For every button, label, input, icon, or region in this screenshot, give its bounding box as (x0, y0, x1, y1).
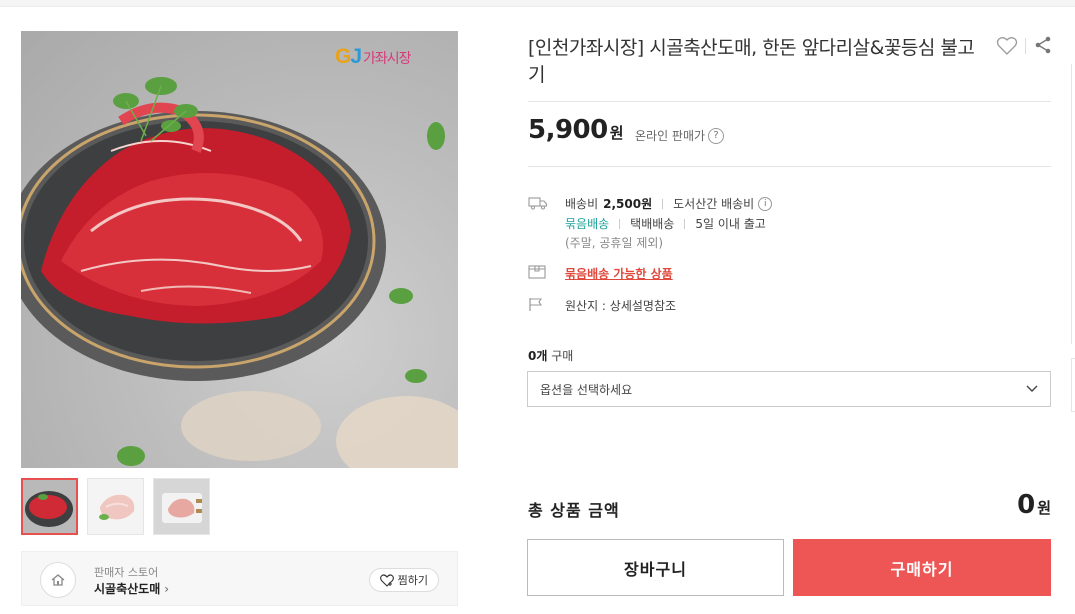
total-price-label: 총 상품 금액 (528, 501, 620, 520)
heart-icon (996, 37, 1018, 55)
buy-now-button[interactable]: 구매하기 (793, 539, 1051, 596)
thumbnail-2-image (88, 479, 143, 534)
zzim-button[interactable]: 찜하기 (368, 568, 439, 592)
add-to-cart-button[interactable]: 장바구니 (527, 539, 784, 596)
shipping-fee-value: 2,500원 (603, 197, 653, 211)
delivery-truck-icon (528, 197, 548, 210)
main-product-image[interactable]: GJ 가좌시장 (21, 31, 458, 468)
divider (528, 101, 1051, 102)
shipping-eta: 5일 이내 출고 (695, 217, 766, 231)
shipping-fee-row: 배송비 2,500원 도서산간 배송비 i (565, 195, 773, 212)
bulgogi-photo (21, 77, 458, 468)
gajwa-market-logo: GJ 가좌시장 (335, 45, 412, 68)
total-price: 0원 (1017, 490, 1051, 520)
origin-info: 원산지 : 상세설명참조 (565, 299, 677, 313)
price-label: 온라인 판매가 ? (635, 127, 725, 144)
thumbnail-1[interactable] (21, 478, 78, 535)
seller-name[interactable]: 시골축산도매 (94, 582, 160, 596)
quantity-label: 0개 구매 (528, 347, 573, 364)
quantity-count: 0개 (528, 349, 548, 363)
bundle-products-link[interactable]: 묶음배송 가능한 상품 (565, 265, 673, 282)
remote-fee-label: 도서산간 배송비 (673, 197, 755, 211)
info-icon[interactable]: i (758, 196, 773, 211)
thumbnail-list (21, 478, 210, 535)
shipping-note: (주말, 공휴일 제외) (565, 236, 664, 250)
heart-plus-icon (379, 573, 394, 587)
option-select-placeholder: 옵션을 선택하세요 (540, 382, 633, 397)
question-circle-icon[interactable]: ? (708, 127, 725, 144)
bundle-shipping-tag: 묶음배송 (565, 217, 610, 231)
separator (684, 218, 686, 229)
thumbnail-3-image (154, 479, 209, 534)
shipping-method: 택배배송 (630, 217, 675, 231)
zzim-label: 찜하기 (397, 574, 428, 587)
store-home-icon[interactable] (40, 562, 76, 598)
chevron-right-icon: › (164, 582, 170, 596)
icon-divider (1025, 38, 1026, 54)
share-button[interactable] (1034, 36, 1052, 58)
wishlist-button[interactable] (996, 36, 1018, 60)
separator (619, 218, 621, 229)
flag-icon (529, 298, 543, 311)
separator (662, 198, 664, 209)
top-bar (0, 0, 1075, 7)
price-value: 5,900 (528, 115, 608, 145)
side-panel-edge (1071, 358, 1075, 412)
thumbnail-2[interactable] (87, 478, 144, 535)
seller-store-link[interactable]: 시골축산도매 › (94, 580, 169, 597)
seller-store-label: 판매자 스토어 (94, 566, 159, 579)
product-price: 5,900 원 (528, 115, 624, 145)
box-icon (528, 265, 546, 279)
shipping-fee-label: 배송비 (565, 197, 599, 211)
thumbnail-1-image (23, 480, 76, 533)
seller-store-box: 판매자 스토어 시골축산도매 › 찜하기 (21, 551, 458, 606)
product-title: [인천가좌시장] 시골축산도매, 한돈 앞다리살&꽃등심 불고기 (528, 37, 975, 86)
share-icon (1035, 36, 1051, 54)
chevron-down-icon (1026, 385, 1038, 392)
total-price-value: 0 (1017, 490, 1036, 520)
total-price-unit: 원 (1037, 499, 1051, 517)
option-select[interactable]: 옵션을 선택하세요 (527, 371, 1051, 407)
side-panel-edge (1071, 64, 1075, 344)
divider (528, 166, 1051, 167)
quantity-text: 구매 (551, 349, 574, 363)
price-unit: 원 (609, 124, 624, 142)
price-label-text: 온라인 판매가 (635, 129, 706, 143)
shipping-method-row: 묶음배송 택배배송 5일 이내 출고 (565, 215, 766, 232)
thumbnail-3[interactable] (153, 478, 210, 535)
